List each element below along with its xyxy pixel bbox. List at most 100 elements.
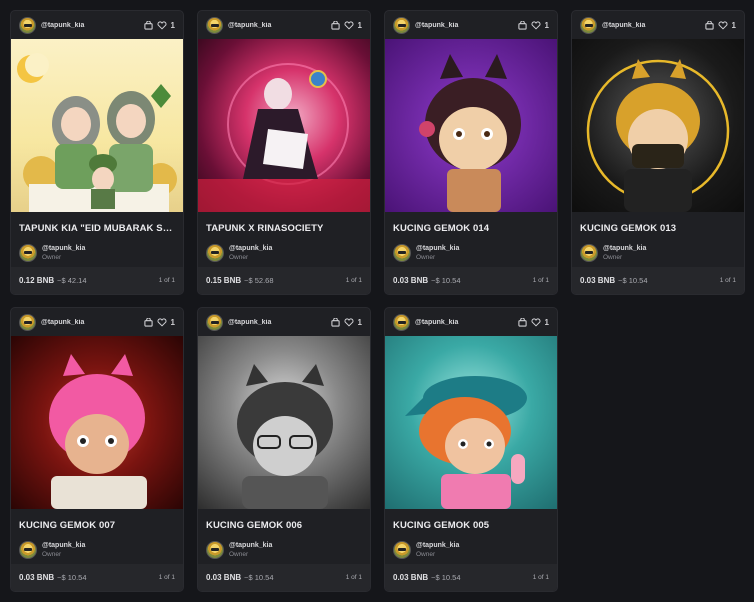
like-count: 1	[544, 20, 549, 30]
heart-icon[interactable]	[531, 317, 541, 327]
owner-handle[interactable]: @tapunk_kia	[42, 244, 85, 253]
owner-row: @tapunk_kia Owner	[572, 238, 744, 264]
owner-avatar[interactable]	[206, 243, 224, 262]
shopping-bag-icon[interactable]	[517, 20, 527, 30]
nft-artwork[interactable]	[572, 39, 744, 212]
price-bnb: 0.03 BNB	[580, 276, 616, 285]
nft-artwork[interactable]	[198, 39, 370, 212]
owner-row: @tapunk_kia Owner	[385, 238, 557, 264]
owner-avatar[interactable]	[393, 540, 411, 559]
like-count: 1	[170, 317, 175, 327]
card-header: @tapunk_kia 1	[11, 308, 183, 336]
nft-card[interactable]: @tapunk_kia 1 KUCING GEMOK 005 @tapunk_k…	[384, 307, 558, 592]
owner-handle[interactable]: @tapunk_kia	[416, 541, 459, 550]
edition-count: 1 of 1	[158, 574, 175, 581]
card-title[interactable]: TAPUNK X RINASOCIETY	[198, 212, 370, 238]
shopping-bag-icon[interactable]	[330, 20, 340, 30]
card-footer: 0.03 BNB ~$ 10.54 1 of 1	[572, 267, 744, 294]
shopping-bag-icon[interactable]	[143, 20, 153, 30]
edition-count: 1 of 1	[345, 277, 362, 284]
owner-avatar[interactable]	[393, 243, 411, 262]
nft-artwork[interactable]	[385, 336, 557, 509]
creator-handle[interactable]: @tapunk_kia	[602, 22, 705, 29]
price-usd: ~$ 52.68	[244, 276, 274, 285]
creator-avatar[interactable]	[206, 313, 223, 331]
nft-card[interactable]: @tapunk_kia 1 TAPUNK KIA "EID MUBARAK SP…	[10, 10, 184, 295]
owner-handle[interactable]: @tapunk_kia	[229, 244, 272, 253]
card-title[interactable]: TAPUNK KIA "EID MUBARAK SPECI...	[11, 212, 183, 238]
card-footer: 0.12 BNB ~$ 42.14 1 of 1	[11, 267, 183, 294]
card-title[interactable]: KUCING GEMOK 014	[385, 212, 557, 238]
price-usd: ~$ 10.54	[431, 573, 461, 582]
creator-avatar[interactable]	[393, 313, 410, 331]
price-bnb: 0.03 BNB	[393, 276, 429, 285]
nft-card[interactable]: @tapunk_kia 1 TAPUNK X RINASOCIETY @tapu…	[197, 10, 371, 295]
nft-card[interactable]: @tapunk_kia 1 KUCING GEMOK 014 @tapunk_k…	[384, 10, 558, 295]
nft-artwork[interactable]	[385, 39, 557, 212]
edition-count: 1 of 1	[345, 574, 362, 581]
shopping-bag-icon[interactable]	[517, 317, 527, 327]
shopping-bag-icon[interactable]	[704, 20, 714, 30]
creator-avatar[interactable]	[393, 16, 410, 34]
shopping-bag-icon[interactable]	[330, 317, 340, 327]
creator-avatar[interactable]	[206, 16, 223, 34]
nft-card[interactable]: @tapunk_kia 1 KUCING GEMOK 007 @tapunk_k…	[10, 307, 184, 592]
creator-avatar[interactable]	[580, 16, 597, 34]
owner-avatar[interactable]	[206, 540, 224, 559]
price-bnb: 0.12 BNB	[19, 276, 55, 285]
like-count: 1	[357, 20, 362, 30]
creator-handle[interactable]: @tapunk_kia	[415, 22, 518, 29]
price-bnb: 0.03 BNB	[206, 573, 242, 582]
creator-handle[interactable]: @tapunk_kia	[41, 22, 144, 29]
price-usd: ~$ 10.54	[57, 573, 87, 582]
creator-handle[interactable]: @tapunk_kia	[41, 319, 144, 326]
edition-count: 1 of 1	[532, 277, 549, 284]
card-title[interactable]: KUCING GEMOK 007	[11, 509, 183, 535]
card-footer: 0.15 BNB ~$ 52.68 1 of 1	[198, 267, 370, 294]
owner-avatar[interactable]	[580, 243, 598, 262]
like-count: 1	[170, 20, 175, 30]
owner-handle[interactable]: @tapunk_kia	[603, 244, 646, 253]
card-title[interactable]: KUCING GEMOK 006	[198, 509, 370, 535]
heart-icon[interactable]	[531, 20, 541, 30]
creator-handle[interactable]: @tapunk_kia	[415, 319, 518, 326]
card-title[interactable]: KUCING GEMOK 013	[572, 212, 744, 238]
creator-avatar[interactable]	[19, 313, 36, 331]
price-bnb: 0.03 BNB	[19, 573, 55, 582]
heart-icon[interactable]	[344, 317, 354, 327]
creator-handle[interactable]: @tapunk_kia	[228, 319, 331, 326]
owner-role: Owner	[603, 253, 623, 261]
price-usd: ~$ 42.14	[57, 276, 87, 285]
card-footer: 0.03 BNB ~$ 10.54 1 of 1	[385, 564, 557, 591]
nft-artwork[interactable]	[11, 39, 183, 212]
owner-row: @tapunk_kia Owner	[198, 238, 370, 264]
nft-artwork[interactable]	[198, 336, 370, 509]
heart-icon[interactable]	[718, 20, 728, 30]
owner-avatar[interactable]	[19, 540, 37, 559]
owner-role: Owner	[416, 550, 436, 558]
card-header: @tapunk_kia 1	[572, 11, 744, 39]
owner-handle[interactable]: @tapunk_kia	[42, 541, 85, 550]
heart-icon[interactable]	[157, 317, 167, 327]
owner-handle[interactable]: @tapunk_kia	[416, 244, 459, 253]
heart-icon[interactable]	[157, 20, 167, 30]
card-title[interactable]: KUCING GEMOK 005	[385, 509, 557, 535]
shopping-bag-icon[interactable]	[143, 317, 153, 327]
owner-row: @tapunk_kia Owner	[11, 238, 183, 264]
heart-icon[interactable]	[344, 20, 354, 30]
nft-card[interactable]: @tapunk_kia 1 KUCING GEMOK 006 @tapunk_k…	[197, 307, 371, 592]
creator-handle[interactable]: @tapunk_kia	[228, 22, 331, 29]
owner-handle[interactable]: @tapunk_kia	[229, 541, 272, 550]
edition-count: 1 of 1	[532, 574, 549, 581]
owner-role: Owner	[42, 253, 62, 261]
nft-card[interactable]: @tapunk_kia 1 KUCING GEMOK 013 @tapunk_k…	[571, 10, 745, 295]
price-bnb: 0.15 BNB	[206, 276, 242, 285]
card-header: @tapunk_kia 1	[11, 11, 183, 39]
like-count: 1	[731, 20, 736, 30]
card-header: @tapunk_kia 1	[198, 308, 370, 336]
card-header: @tapunk_kia 1	[385, 308, 557, 336]
owner-avatar[interactable]	[19, 243, 37, 262]
price-bnb: 0.03 BNB	[393, 573, 429, 582]
nft-artwork[interactable]	[11, 336, 183, 509]
creator-avatar[interactable]	[19, 16, 36, 34]
